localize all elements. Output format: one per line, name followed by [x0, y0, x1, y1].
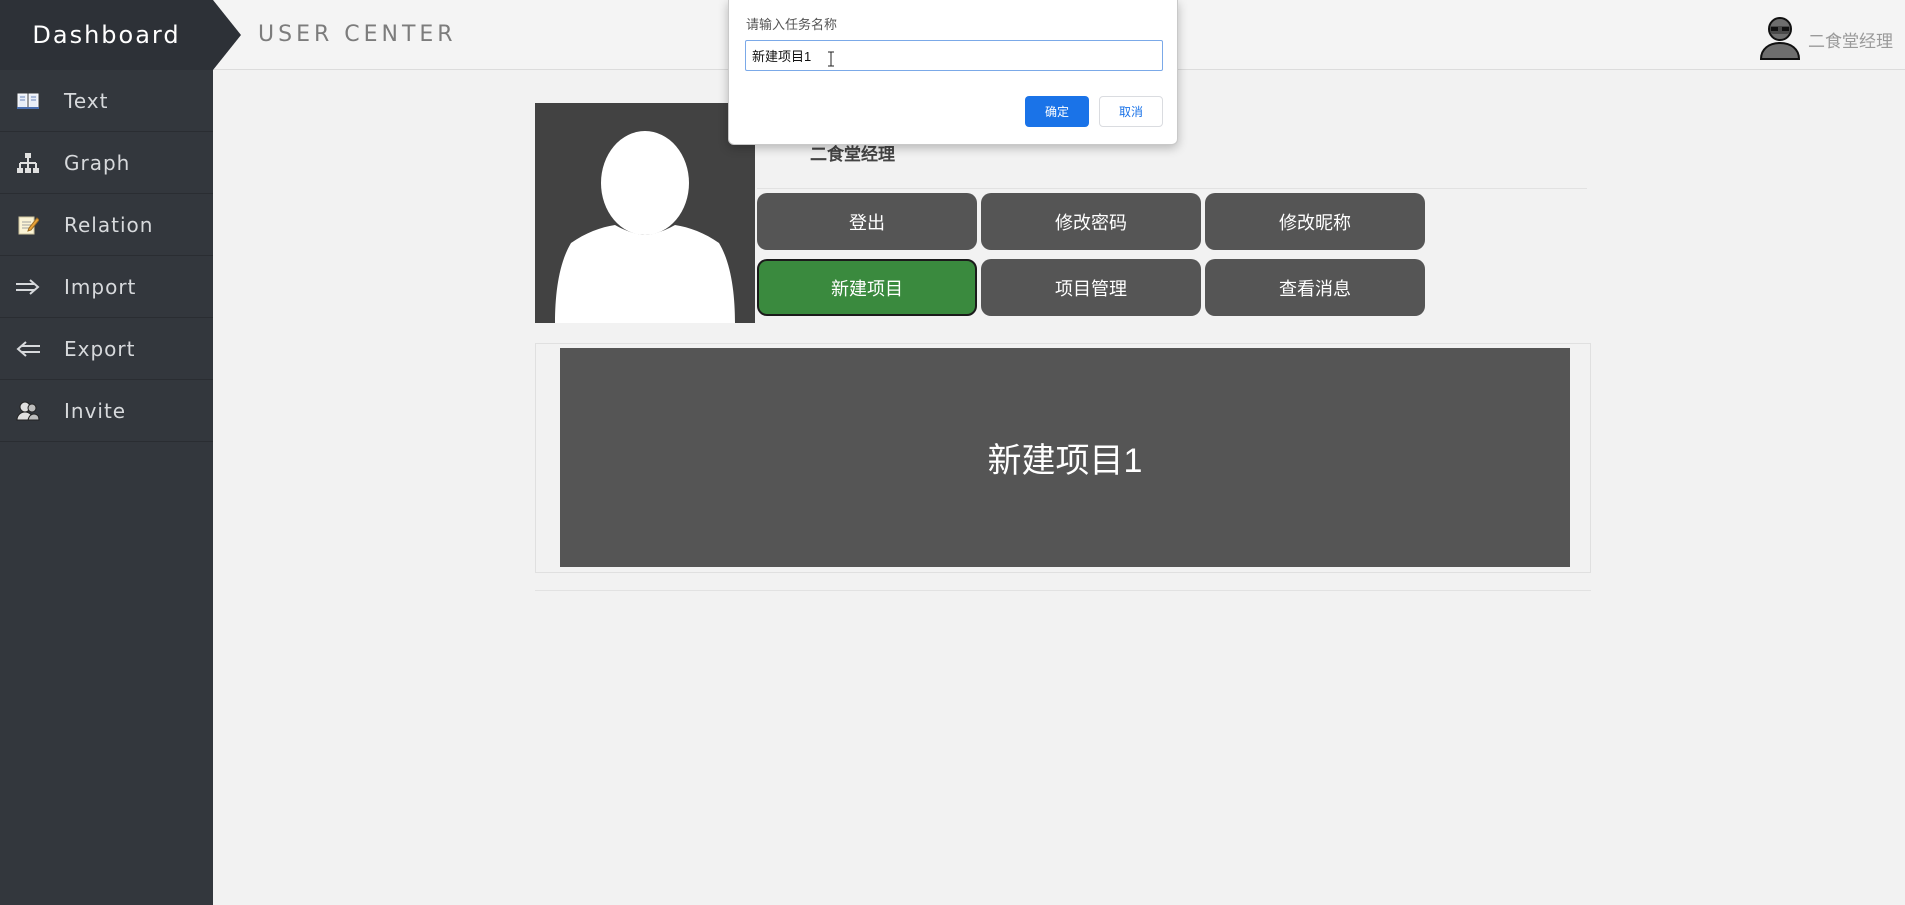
sidebar-item-label: Text	[64, 88, 109, 113]
cancel-button[interactable]: 取消	[1099, 96, 1163, 127]
prompt-dialog: 请输入任务名称 确定 取消	[728, 0, 1178, 145]
sidebar-item-export[interactable]: Export	[0, 318, 213, 380]
project-card[interactable]: 新建项目1	[560, 348, 1570, 567]
ok-button[interactable]: 确定	[1025, 96, 1089, 127]
sidebar-item-graph[interactable]: Graph	[0, 132, 213, 194]
page-title: USER CENTER	[258, 22, 457, 47]
user-name: 二食堂经理	[1808, 32, 1893, 51]
book-icon	[14, 89, 42, 113]
project-management-button[interactable]: 项目管理	[981, 259, 1201, 316]
sidebar-nav: Text Graph Relation Import Export Invite	[0, 70, 213, 442]
hierarchy-icon	[14, 151, 42, 175]
divider	[535, 590, 1591, 591]
text-cursor-icon	[828, 51, 834, 67]
sidebar-item-label: Export	[64, 336, 136, 361]
brand-title[interactable]: Dashboard	[0, 0, 213, 70]
sidebar-item-relation[interactable]: Relation	[0, 194, 213, 256]
user-menu[interactable]: 二食堂经理	[1758, 14, 1893, 65]
new-project-button[interactable]: 新建项目	[757, 259, 977, 316]
arrow-right-icon	[14, 275, 42, 299]
sidebar-item-label: Relation	[64, 212, 154, 237]
user-avatar-icon	[1758, 14, 1802, 65]
profile-avatar	[535, 103, 755, 323]
logout-button[interactable]: 登出	[757, 193, 977, 250]
sidebar-item-label: Import	[64, 274, 137, 299]
sidebar-item-invite[interactable]: Invite	[0, 380, 213, 442]
users-icon	[14, 399, 42, 423]
brand-arrow	[213, 0, 241, 70]
change-password-button[interactable]: 修改密码	[981, 193, 1201, 250]
arrow-left-icon	[14, 337, 42, 361]
sidebar-item-import[interactable]: Import	[0, 256, 213, 318]
dialog-title: 请输入任务名称	[746, 17, 838, 32]
notepad-icon	[14, 213, 42, 237]
sidebar: Dashboard Text Graph Relation Import Exp…	[0, 0, 213, 905]
view-messages-button[interactable]: 查看消息	[1205, 259, 1425, 316]
divider	[757, 188, 1587, 189]
change-nickname-button[interactable]: 修改昵称	[1205, 193, 1425, 250]
person-silhouette-icon	[535, 131, 755, 323]
sidebar-item-label: Invite	[64, 398, 127, 423]
sidebar-item-text[interactable]: Text	[0, 70, 213, 132]
task-name-input[interactable]	[745, 40, 1163, 71]
sidebar-item-label: Graph	[64, 150, 131, 175]
